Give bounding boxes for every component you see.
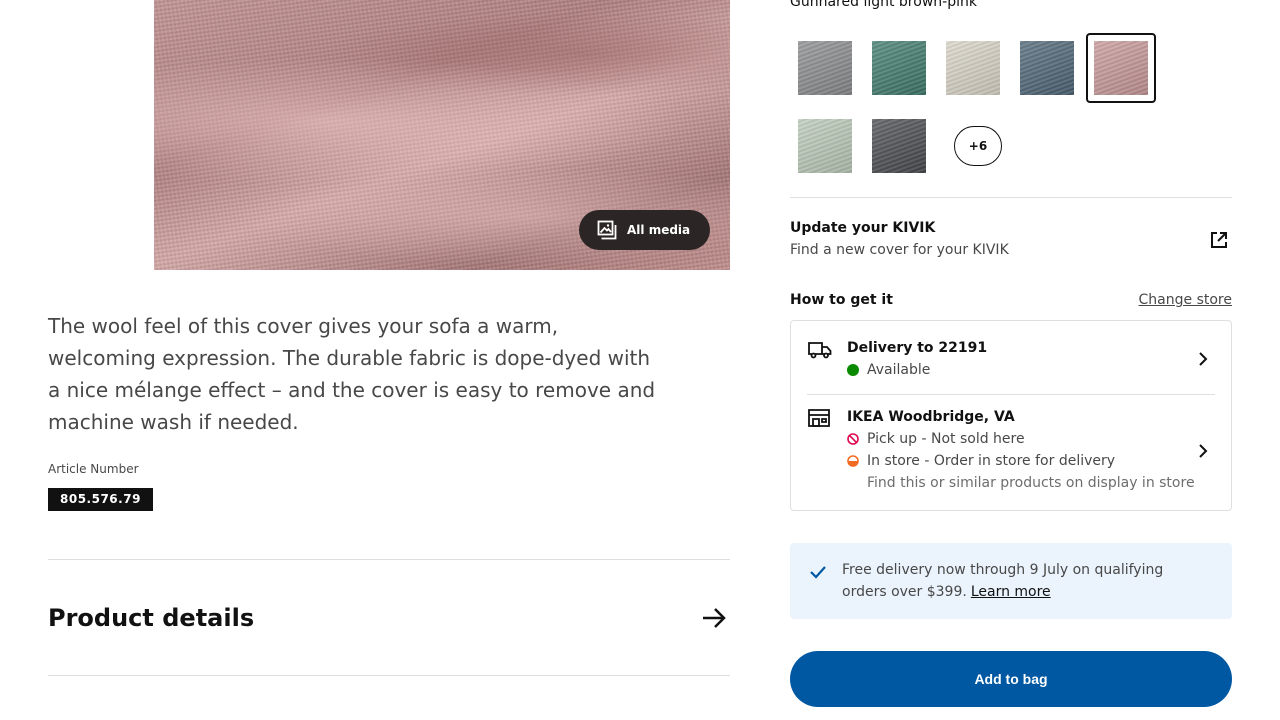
color-swatch-grey[interactable] bbox=[798, 41, 852, 95]
truck-icon bbox=[808, 342, 832, 359]
divider bbox=[790, 197, 1232, 198]
availability-box: Delivery to 22191 Available IKEA Woodbri… bbox=[790, 320, 1232, 511]
color-swatch-light-green[interactable] bbox=[798, 119, 852, 173]
free-delivery-banner: Free delivery now through 9 July on qual… bbox=[790, 543, 1232, 619]
delivery-status-label: Available bbox=[867, 362, 931, 378]
arrow-right-icon bbox=[703, 607, 726, 628]
pickup-status-label: Pick up - Not sold here bbox=[867, 431, 1025, 447]
pickup-status: Pick up - Not sold here bbox=[847, 431, 1025, 447]
product-description: The wool feel of this cover gives your s… bbox=[48, 314, 656, 434]
learn-more-link[interactable]: Learn more bbox=[971, 584, 1051, 600]
available-dot-icon bbox=[847, 364, 859, 376]
divider bbox=[48, 675, 730, 676]
add-to-bag-button[interactable]: Add to bag bbox=[790, 651, 1232, 707]
external-link-icon[interactable] bbox=[1208, 229, 1230, 251]
article-number-label: Article Number bbox=[48, 462, 139, 476]
all-media-button[interactable]: All media bbox=[579, 210, 710, 250]
update-title: Update your KIVIK bbox=[790, 220, 936, 236]
checkmark-icon bbox=[810, 566, 826, 579]
color-swatch-beige[interactable] bbox=[946, 41, 1000, 95]
not-available-icon bbox=[847, 433, 859, 445]
color-swatch-light-brown-pink[interactable] bbox=[1094, 41, 1148, 95]
instore-status: In store - Order in store for delivery bbox=[847, 453, 1115, 469]
delivery-title: Delivery to 22191 bbox=[847, 340, 988, 356]
color-swatch-dark-grey[interactable] bbox=[872, 119, 926, 173]
delivery-status: Available bbox=[847, 362, 930, 378]
color-swatch-dark-green[interactable] bbox=[872, 41, 926, 95]
color-swatch-blue[interactable] bbox=[1020, 41, 1074, 95]
store-icon bbox=[808, 409, 830, 427]
selected-color-name: Gunnared light brown-pink bbox=[790, 0, 977, 10]
store-row[interactable]: IKEA Woodbridge, VA Pick up - Not sold h… bbox=[791, 395, 1231, 511]
all-media-label: All media bbox=[627, 223, 691, 237]
product-details-heading: Product details bbox=[48, 603, 255, 632]
image-gallery-icon bbox=[597, 220, 617, 240]
how-to-get-it-heading: How to get it bbox=[790, 292, 893, 308]
update-subtitle: Find a new cover for your KIVIK bbox=[790, 242, 1009, 258]
change-store-link[interactable]: Change store bbox=[1139, 292, 1232, 308]
chevron-right-icon bbox=[1199, 444, 1208, 458]
instore-status-label: In store - Order in store for delivery bbox=[867, 453, 1116, 469]
product-details-button[interactable]: Product details bbox=[48, 560, 730, 675]
more-colors-button[interactable]: +6 bbox=[954, 126, 1002, 166]
partial-availability-icon bbox=[847, 455, 859, 467]
instore-sub-text: Find this or similar products on display… bbox=[867, 475, 1195, 491]
chevron-right-icon bbox=[1199, 352, 1208, 366]
delivery-row[interactable]: Delivery to 22191 Available bbox=[791, 321, 1231, 394]
promo-text: Free delivery now through 9 July on qual… bbox=[842, 559, 1212, 603]
store-title: IKEA Woodbridge, VA bbox=[847, 409, 1015, 425]
article-number-badge: 805.576.79 bbox=[48, 488, 153, 511]
